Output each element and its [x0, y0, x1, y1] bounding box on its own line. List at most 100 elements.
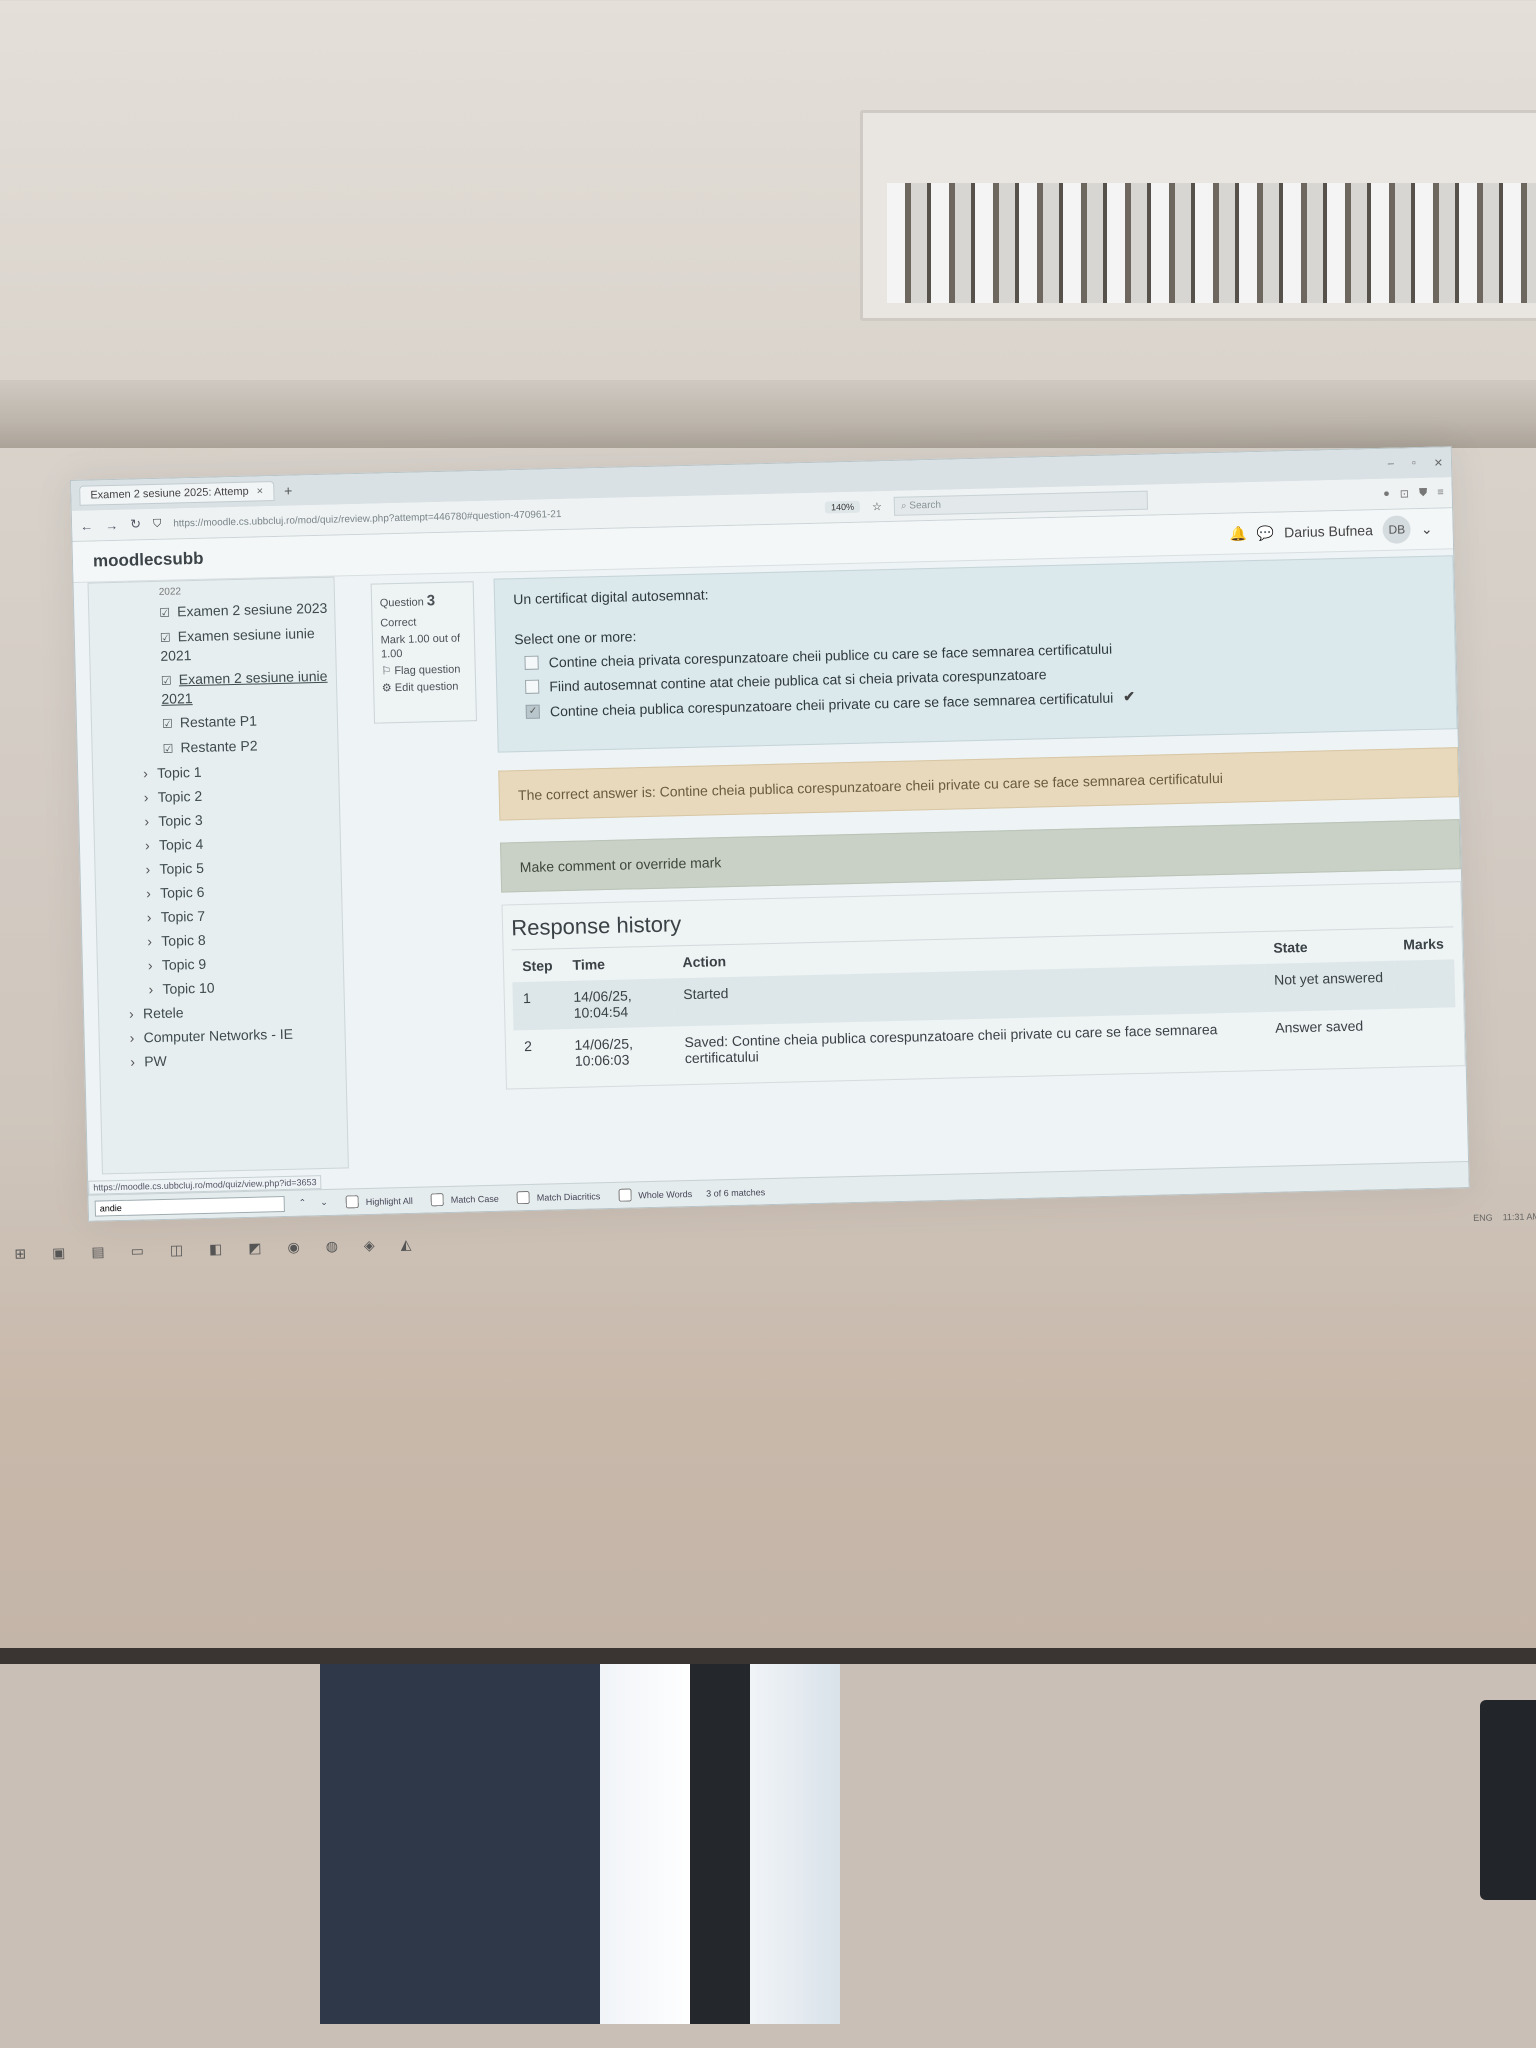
cell-time: 14/06/25, 10:04:54 [562, 978, 675, 1030]
menu-icon[interactable]: ≡ [1437, 486, 1444, 499]
question-number-row: Question 3 [380, 590, 466, 613]
cell-step: 2 [523, 1037, 533, 1055]
folder-icon[interactable]: ▭ [130, 1242, 144, 1259]
chevron-down-icon[interactable]: ⌄ [1421, 520, 1433, 537]
column-header-time: Time [562, 945, 673, 982]
sidebar-item-label: Topic 10 [162, 979, 215, 997]
question-mark: Mark 1.00 out of 1.00 [380, 632, 461, 661]
highlight-all-option[interactable]: Highlight All [342, 1191, 413, 1212]
edit-question-link[interactable]: ⚙ Edit question [382, 679, 468, 695]
sidebar-item-label: Topic 3 [158, 811, 203, 829]
taskbar-app-icon[interactable]: ◧ [209, 1240, 223, 1257]
sidebar-item-label: Topic 2 [157, 787, 203, 805]
taskbar-app-icon[interactable]: ▣ [52, 1244, 66, 1261]
find-next-icon[interactable]: ⌄ [320, 1197, 328, 1208]
chevron-right-icon: › [130, 1053, 136, 1070]
answer-label: Contine cheia publica corespunzatoare ch… [549, 689, 1114, 719]
bookmark-star-icon[interactable]: ☆ [872, 500, 882, 513]
outlook-icon[interactable]: ◩ [248, 1239, 262, 1256]
match-diacritics-option[interactable]: Match Diacritics [513, 1186, 601, 1207]
question-box: Un certificat digital autosemnat: Select… [493, 555, 1458, 753]
find-match-count: 3 of 6 matches [706, 1186, 766, 1199]
address-bar[interactable]: https://moodle.cs.ubbcluj.ro/mod/quiz/re… [173, 502, 813, 529]
acrobat-icon[interactable]: ◭ [400, 1235, 411, 1252]
sidebar-item-pw[interactable]: › PW [100, 1044, 345, 1074]
chevron-right-icon: › [145, 885, 151, 902]
highlight-all-label: Highlight All [365, 1195, 413, 1207]
course-index: 2022 ☑ Examen 2 sesiune 2023 ☑ Examen se… [87, 576, 349, 1175]
taskbar-app-icon[interactable]: ◈ [364, 1236, 375, 1253]
checkbox[interactable] [525, 679, 540, 694]
find-previous-icon[interactable]: ⌃ [299, 1197, 307, 1208]
shield-extension-icon[interactable]: ⛊ [1419, 486, 1428, 499]
chevron-right-icon: › [143, 789, 149, 806]
whole-words-checkbox[interactable] [618, 1188, 632, 1202]
maximize-icon[interactable]: ▫ [1412, 457, 1416, 470]
whole-words-option[interactable]: Whole Words [614, 1184, 692, 1205]
chevron-right-icon: › [148, 981, 154, 998]
checkbox[interactable] [524, 655, 539, 670]
taskbar-app-icon[interactable]: ◉ [287, 1238, 300, 1255]
highlight-all-checkbox[interactable] [345, 1195, 359, 1209]
ceiling-light [860, 110, 1536, 321]
sidebar-item-label: Examen 2 sesiune 2023 [176, 599, 328, 620]
question-info: Question 3 Correct Mark 1.00 out of 1.00… [370, 581, 478, 724]
correct-answer-feedback: The correct answer is: Contine cheia pub… [498, 747, 1460, 821]
sidebar-item-label: Examen 2 sesiune iunie 2021 [161, 667, 328, 707]
match-case-option[interactable]: Match Case [427, 1189, 499, 1210]
windows-start-icon[interactable]: ⊞ [14, 1245, 26, 1262]
chevron-right-icon: › [144, 837, 150, 854]
back-icon[interactable]: ← [80, 518, 93, 533]
shield-icon[interactable]: ⛉ [153, 517, 162, 530]
question-number: 3 [426, 592, 436, 610]
sidebar-item-exam-iunie-2021[interactable]: ☑ Examen sesiune iunie 2021 [90, 621, 336, 670]
question-label: Question [379, 596, 424, 610]
chevron-right-icon: › [147, 933, 153, 950]
correct-check-icon: ✔ [1123, 688, 1136, 705]
system-tray: ENG 11:31 AM [1473, 1211, 1536, 1223]
user-name[interactable]: Darius Bufnea [1284, 522, 1373, 540]
site-brand[interactable]: moodlecsubb [93, 549, 204, 572]
checkbox-checked[interactable]: ✓ [525, 704, 541, 719]
match-case-checkbox[interactable] [430, 1193, 444, 1207]
flag-question-link[interactable]: ⚐ Flag question [381, 659, 467, 681]
flag-question-label: Flag question [394, 663, 461, 678]
column-header-state: State [1262, 928, 1394, 964]
search-input[interactable]: ⌕ Search [893, 490, 1149, 516]
sidebar-item-exam-2-iunie-2021[interactable]: ☑ Examen 2 sesiune iunie 2021 [91, 664, 337, 713]
taskbar-app-icon[interactable]: ◫ [170, 1241, 184, 1258]
window-frame [690, 1664, 750, 2024]
forward-icon[interactable]: → [105, 517, 118, 532]
column-header-marks: Marks [1392, 926, 1455, 961]
tab-quiz-review[interactable]: Examen 2 sesiune 2025: Attemp × [79, 481, 275, 506]
close-window-icon[interactable]: ✕ [1434, 456, 1444, 469]
cell-marks [1395, 1007, 1457, 1056]
reload-icon[interactable]: ↻ [130, 516, 141, 532]
quiz-icon: ☑ [159, 605, 171, 620]
tray-language[interactable]: ENG [1473, 1213, 1493, 1223]
firefox-icon[interactable]: ◍ [325, 1237, 338, 1254]
puzzle-icon[interactable]: ⊡ [1400, 487, 1410, 500]
zoom-level[interactable]: 140% [824, 500, 861, 514]
notifications-icon[interactable]: 🔔 [1229, 525, 1247, 542]
tray-clock[interactable]: 11:31 AM [1503, 1211, 1536, 1222]
match-diacritics-checkbox[interactable] [516, 1190, 530, 1205]
chevron-right-icon: › [128, 1005, 134, 1022]
quiz-icon: ☑ [162, 741, 174, 756]
sidebar-item-label: Topic 4 [158, 835, 204, 853]
comment-override-link[interactable]: Make comment or override mark [500, 819, 1461, 893]
response-history-table: Step Time Action State Marks 1 14/06/25,… [511, 926, 1457, 1078]
tab-close-icon[interactable]: × [257, 485, 264, 497]
question-text: Un certificat digital autosemnat: [513, 586, 709, 608]
sidebar-item-label: Computer Networks - IE [143, 1025, 294, 1046]
taskbar-app-icon[interactable]: ▤ [91, 1243, 105, 1260]
new-tab-button[interactable]: + [284, 483, 293, 499]
messages-icon[interactable]: 💬 [1257, 524, 1275, 541]
find-input[interactable] [94, 1195, 285, 1217]
extension-icon[interactable]: ● [1383, 487, 1390, 500]
quiz-icon: ☑ [160, 673, 172, 688]
sidebar-item-label: Restante P2 [180, 737, 258, 756]
minimize-icon[interactable]: – [1388, 457, 1394, 470]
avatar[interactable]: DB [1382, 515, 1412, 544]
gear-icon: ⚙ [381, 682, 392, 695]
